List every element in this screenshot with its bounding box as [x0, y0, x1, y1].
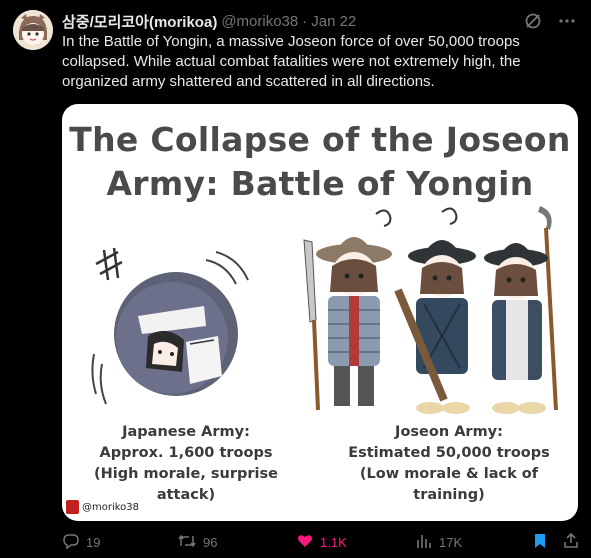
like-count: 1.1K — [320, 534, 347, 550]
tweet-text: In the Battle of Yongin, a massive Joseo… — [62, 33, 521, 90]
retweet-icon — [177, 532, 197, 553]
bookmark-button[interactable] — [532, 532, 548, 553]
heart-icon — [296, 532, 314, 553]
reply-button[interactable]: 19 — [62, 532, 100, 553]
joseon-army-note: (Low morale & lack of training) — [359, 466, 539, 503]
japanese-soldier-illustration — [91, 247, 249, 405]
author-handle[interactable]: @moriko38 — [221, 13, 298, 30]
reply-icon — [62, 532, 80, 553]
like-button[interactable]: 1.1K — [296, 532, 347, 553]
share-button[interactable] — [562, 532, 580, 553]
action-bar: 19 96 1.1K 17K — [62, 532, 580, 553]
joseon-army-troops: Estimated 50,000 troops — [348, 445, 550, 461]
share-icon — [562, 532, 580, 553]
more-icon[interactable] — [557, 11, 577, 31]
joseon-army-label: Joseon Army: — [395, 424, 503, 440]
joseon-soldiers-illustration — [303, 206, 558, 414]
seal-stamp-icon — [66, 500, 79, 514]
image-title-line1: The Collapse of the Joseon — [69, 120, 571, 159]
views-count: 17K — [439, 534, 463, 550]
bookmark-icon — [532, 532, 548, 553]
image-title: The Collapse of the Joseon Army: Battle … — [62, 118, 578, 206]
author-name[interactable]: 삼중/모리코아(morikoa) — [62, 11, 217, 32]
retweet-count: 96 — [203, 534, 218, 550]
separator-dot: · — [302, 12, 308, 30]
views-button[interactable]: 17K — [415, 532, 462, 553]
retweet-button[interactable]: 96 — [177, 532, 217, 553]
japanese-army-caption: Japanese Army: Approx. 1,600 troops (Hig… — [68, 422, 304, 506]
grok-icon[interactable] — [523, 11, 543, 31]
reply-count: 19 — [86, 534, 101, 550]
avatar[interactable] — [13, 10, 53, 50]
japanese-army-label: Japanese Army: — [122, 424, 250, 440]
tweet-header: 삼중/모리코아(morikoa) @moriko38 · Jan 22 — [62, 11, 577, 31]
views-icon — [415, 532, 433, 553]
signature-text: @moriko38 — [82, 501, 140, 513]
joseon-army-caption: Joseon Army: Estimated 50,000 troops (Lo… — [324, 422, 574, 506]
tweet-image[interactable]: The Collapse of the Joseon Army: Battle … — [62, 104, 578, 521]
tweet-date[interactable]: Jan 22 — [311, 13, 356, 30]
artist-signature: @moriko38 — [66, 500, 139, 514]
japanese-army-troops: Approx. 1,600 troops — [99, 445, 273, 461]
